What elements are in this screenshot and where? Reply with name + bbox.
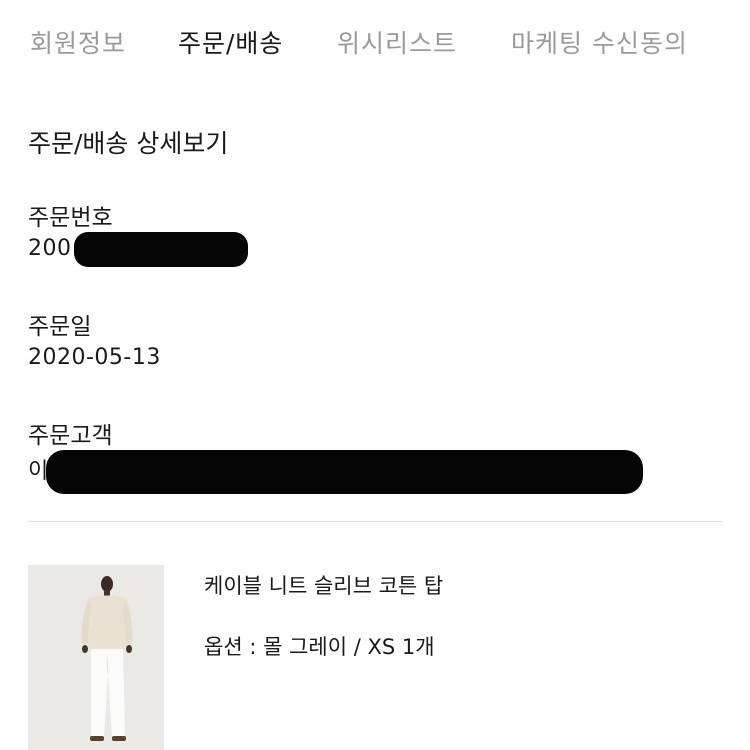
order-number-label: 주문번호 [28,205,113,231]
mypage-tab-bar: 회원정보 주문/배송 위시리스트 마케팅 수신동의 [0,0,750,88]
section-divider [28,521,722,522]
order-number-redaction [74,232,248,267]
product-name[interactable]: 케이블 니트 슬리브 코튼 탑 [204,570,443,600]
tab-marketing-consent[interactable]: 마케팅 수신동의 [511,24,688,60]
product-thumbnail[interactable] [28,565,164,750]
tab-wishlist[interactable]: 위시리스트 [337,24,457,60]
customer-redaction [46,450,643,494]
order-date-label: 주문일 [28,314,92,340]
product-option: 옵션 : 몰 그레이 / XS 1개 [204,635,435,659]
order-date-value: 2020-05-13 [28,345,161,370]
tab-order-delivery[interactable]: 주문/배송 [178,24,283,60]
page-title: 주문/배송 상세보기 [28,129,229,158]
tab-member-info[interactable]: 회원정보 [30,24,126,60]
order-detail-page: 회원정보 주문/배송 위시리스트 마케팅 수신동의 주문/배송 상세보기 주문번… [0,0,750,750]
order-number-value: 200 [28,236,72,261]
tab-scroll-fade [680,0,750,88]
product-model-image [28,565,164,750]
customer-label: 주문고객 [28,423,113,449]
